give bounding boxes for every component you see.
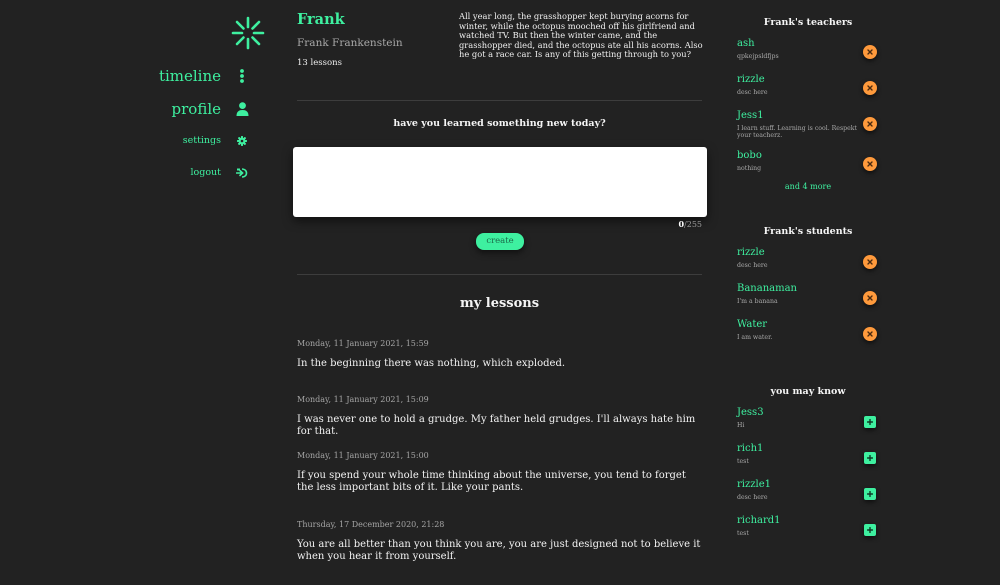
remove-teacher-button[interactable] bbox=[863, 157, 877, 171]
student-desc: I'm a banana bbox=[737, 298, 778, 305]
nav-item-profile[interactable]: profile bbox=[172, 100, 253, 118]
logout-icon bbox=[231, 167, 253, 178]
close-icon bbox=[867, 259, 873, 265]
suggestion-desc: Hi bbox=[737, 422, 745, 429]
user-icon bbox=[231, 102, 253, 116]
nav-item-timeline[interactable]: timeline bbox=[159, 67, 253, 85]
add-friend-button[interactable] bbox=[864, 488, 876, 500]
more-vertical-icon bbox=[231, 69, 253, 83]
nav-item-settings[interactable]: settings bbox=[183, 135, 253, 146]
plus-icon bbox=[867, 527, 873, 533]
remove-teacher-button[interactable] bbox=[863, 45, 877, 59]
student-name[interactable]: Water bbox=[737, 319, 877, 330]
student-item[interactable]: rizzle desc here bbox=[737, 247, 877, 269]
lesson-item: Monday, 11 January 2021, 15:59 In the be… bbox=[297, 339, 702, 370]
students-title: Frank's students bbox=[763, 226, 853, 237]
suggestion-desc: desc here bbox=[737, 494, 768, 501]
close-icon bbox=[867, 85, 873, 91]
suggestion-item[interactable]: rizzle1 desc here bbox=[737, 479, 877, 501]
remove-student-button[interactable] bbox=[863, 255, 877, 269]
suggestion-name[interactable]: richard1 bbox=[737, 515, 877, 526]
close-icon bbox=[867, 49, 873, 55]
teacher-name[interactable]: Jess1 bbox=[737, 110, 877, 121]
suggestions-title: you may know bbox=[770, 386, 846, 397]
lesson-date: Monday, 11 January 2021, 15:00 bbox=[297, 451, 429, 460]
sidebar-nav: timeline profile settings logout bbox=[0, 0, 265, 585]
student-name[interactable]: rizzle bbox=[737, 247, 877, 258]
suggestion-name[interactable]: rich1 bbox=[737, 443, 877, 454]
close-icon bbox=[867, 121, 873, 127]
lesson-date: Thursday, 17 December 2020, 21:28 bbox=[297, 520, 445, 529]
nav-label: timeline bbox=[158, 67, 221, 85]
profile-username: Frank bbox=[297, 11, 345, 28]
nav-label: settings bbox=[182, 135, 221, 146]
student-item[interactable]: Water I am water. bbox=[737, 319, 877, 341]
divider bbox=[297, 100, 702, 101]
teacher-name[interactable]: rizzle bbox=[737, 74, 877, 85]
add-friend-button[interactable] bbox=[864, 452, 876, 464]
suggestion-name[interactable]: rizzle1 bbox=[737, 479, 877, 490]
more-teachers-link[interactable]: and 4 more bbox=[737, 182, 879, 191]
plus-icon bbox=[867, 419, 873, 425]
teacher-item[interactable]: rizzle desc here bbox=[737, 74, 877, 96]
suggestion-item[interactable]: Jess3 Hi bbox=[737, 407, 877, 429]
teacher-desc: qpkejpsldfjps bbox=[737, 53, 779, 60]
teacher-name[interactable]: ash bbox=[737, 38, 877, 49]
logo-icon bbox=[231, 16, 265, 50]
remove-teacher-button[interactable] bbox=[863, 117, 877, 131]
suggestion-desc: test bbox=[737, 530, 749, 537]
student-desc: desc here bbox=[737, 262, 768, 269]
close-icon bbox=[867, 295, 873, 301]
gear-icon bbox=[231, 135, 253, 146]
profile-bio: All year long, the grasshopper kept bury… bbox=[459, 11, 703, 60]
teacher-name[interactable]: bobo bbox=[737, 150, 877, 161]
lesson-date: Monday, 11 January 2021, 15:59 bbox=[297, 339, 429, 348]
lesson-text: You are all better than you think you ar… bbox=[297, 539, 701, 562]
close-icon bbox=[867, 161, 873, 167]
nav-label: logout bbox=[190, 167, 222, 178]
lesson-item: Monday, 11 January 2021, 15:09 I was nev… bbox=[297, 395, 702, 437]
lesson-text: In the beginning there was nothing, whic… bbox=[297, 358, 566, 369]
profile-full-name: Frank Frankenstein bbox=[297, 37, 403, 49]
composer-question: have you learned something new today? bbox=[393, 118, 606, 129]
nav-item-logout[interactable]: logout bbox=[191, 167, 254, 178]
teacher-item[interactable]: bobo nothing bbox=[737, 150, 877, 172]
divider bbox=[297, 274, 702, 275]
teacher-item[interactable]: Jess1 I learn stuff. Learning is cool. R… bbox=[737, 110, 877, 139]
suggestion-item[interactable]: richard1 test bbox=[737, 515, 877, 537]
lessons-count: 13 lessons bbox=[297, 58, 342, 68]
teacher-item[interactable]: ash qpkejpsldfjps bbox=[737, 38, 877, 60]
remove-student-button[interactable] bbox=[863, 291, 877, 305]
lesson-item: Monday, 11 January 2021, 15:00 If you sp… bbox=[297, 451, 702, 493]
student-item[interactable]: Bananaman I'm a banana bbox=[737, 283, 877, 305]
student-name[interactable]: Bananaman bbox=[737, 283, 877, 294]
teachers-title: Frank's teachers bbox=[763, 17, 853, 28]
lesson-input[interactable] bbox=[293, 147, 707, 217]
lesson-date: Monday, 11 January 2021, 15:09 bbox=[297, 395, 429, 404]
plus-icon bbox=[867, 455, 873, 461]
remove-teacher-button[interactable] bbox=[863, 81, 877, 95]
lesson-text: If you spend your whole time thinking ab… bbox=[297, 470, 686, 493]
close-icon bbox=[867, 331, 873, 337]
remove-student-button[interactable] bbox=[863, 327, 877, 341]
plus-icon bbox=[867, 491, 873, 497]
create-button[interactable]: create bbox=[476, 233, 524, 250]
suggestion-name[interactable]: Jess3 bbox=[737, 407, 877, 418]
teacher-desc: desc here bbox=[737, 89, 768, 96]
lesson-text: I was never one to hold a grudge. My fat… bbox=[297, 414, 696, 437]
suggestion-desc: test bbox=[737, 458, 749, 465]
lessons-title: my lessons bbox=[459, 296, 540, 311]
student-desc: I am water. bbox=[737, 334, 773, 341]
lesson-item: Thursday, 17 December 2020, 21:28 You ar… bbox=[297, 520, 702, 562]
nav-label: profile bbox=[171, 100, 221, 118]
char-counter: 0/255 bbox=[640, 219, 702, 229]
add-friend-button[interactable] bbox=[864, 416, 876, 428]
teacher-desc: nothing bbox=[737, 165, 762, 172]
suggestion-item[interactable]: rich1 test bbox=[737, 443, 877, 465]
char-max: /255 bbox=[684, 220, 702, 229]
teacher-desc: I learn stuff. Learning is cool. Respekt… bbox=[737, 125, 858, 139]
add-friend-button[interactable] bbox=[864, 524, 876, 536]
